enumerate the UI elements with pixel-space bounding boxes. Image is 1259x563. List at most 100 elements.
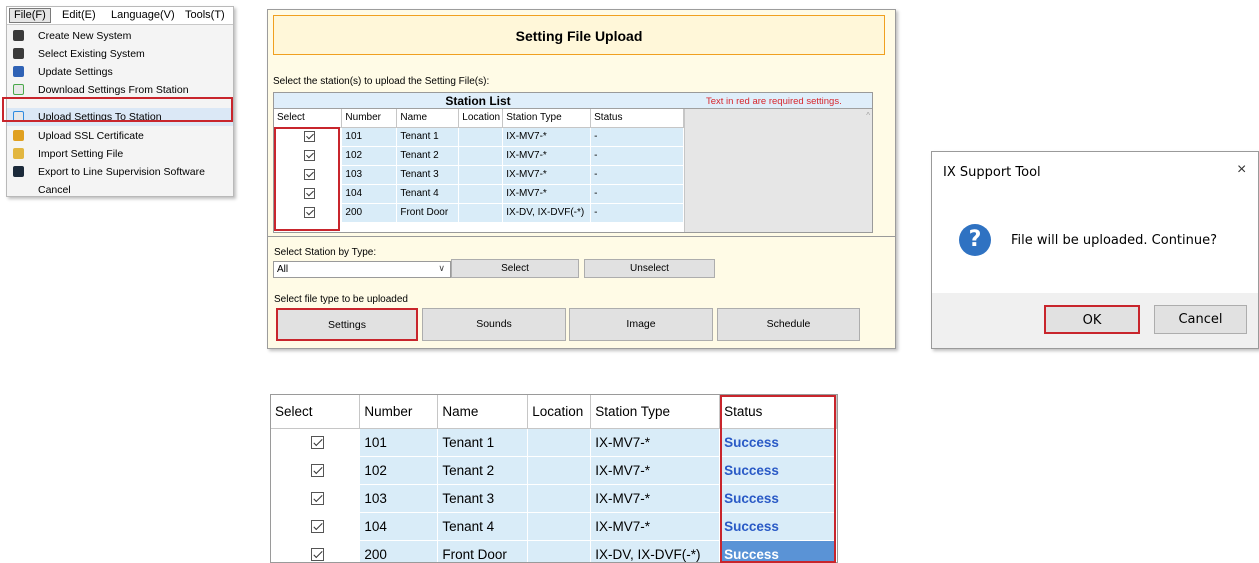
chevron-down-icon: ∨	[438, 263, 445, 273]
station-type-dropdown[interactable]: All ∨	[273, 261, 451, 278]
floppy-disk-icon	[13, 66, 24, 77]
menu-item-cancel[interactable]: Cancel	[7, 181, 233, 199]
name-cell: Tenant 2	[396, 146, 460, 166]
column-header-number[interactable]: Number	[341, 109, 398, 128]
location-cell	[458, 203, 504, 223]
menu-item-import-setting-file[interactable]: Import Setting File	[7, 145, 233, 163]
select-checkbox[interactable]	[310, 464, 324, 478]
import-folder-icon	[13, 148, 24, 159]
station-type-cell: IX-MV7-*	[590, 512, 721, 541]
question-icon: ?	[959, 224, 991, 256]
number-cell: 200	[359, 540, 439, 562]
select-cell	[271, 484, 361, 513]
scroll-up-icon[interactable]: ^	[866, 111, 870, 120]
name-cell: Tenant 2	[437, 456, 529, 485]
station-list-scroll-area[interactable]: ^	[684, 109, 872, 232]
cancel-button[interactable]: Cancel	[1154, 305, 1247, 334]
name-cell: Tenant 4	[437, 512, 529, 541]
column-header-number[interactable]: Number	[359, 395, 439, 429]
sounds-button[interactable]: Sounds	[422, 308, 566, 341]
location-cell	[527, 540, 592, 562]
column-header-location[interactable]: Location	[527, 395, 592, 429]
number-cell: 103	[359, 484, 439, 513]
menu-edit[interactable]: Edit(E)	[62, 9, 96, 21]
lock-icon	[13, 130, 24, 141]
menu-item-label: Create New System	[38, 30, 132, 42]
station-type-cell: IX-MV7-*	[590, 428, 721, 457]
column-header-station-type[interactable]: Station Type	[502, 109, 592, 128]
station-type-cell: IX-DV, IX-DVF(-*)	[502, 203, 592, 223]
location-cell	[458, 165, 504, 185]
station-type-dropdown-value: All	[277, 264, 289, 275]
export-icon	[13, 166, 24, 177]
schedule-button[interactable]: Schedule	[717, 308, 860, 341]
number-cell: 101	[359, 428, 439, 457]
menu-item-select-existing-system[interactable]: Select Existing System	[7, 45, 233, 63]
column-header-status[interactable]: Status	[590, 109, 684, 128]
dialog-title: IX Support Tool	[943, 165, 1041, 180]
select-by-type-label: Select Station by Type:	[274, 247, 377, 258]
station-type-cell: IX-DV, IX-DVF(-*)	[590, 540, 721, 562]
unselect-button[interactable]: Unselect	[584, 259, 715, 278]
dialog-message: File will be uploaded. Continue?	[1011, 233, 1218, 248]
divider	[268, 236, 895, 237]
number-cell: 104	[359, 512, 439, 541]
setting-file-upload-window: Setting File Upload Select the station(s…	[267, 9, 896, 349]
menu-file[interactable]: File(F)	[9, 8, 51, 23]
select-stations-label: Select the station(s) to upload the Sett…	[273, 76, 490, 87]
location-cell	[527, 512, 592, 541]
settings-button[interactable]: Settings	[276, 308, 418, 341]
station-type-cell: IX-MV7-*	[502, 146, 592, 166]
select-checkbox[interactable]	[310, 548, 324, 562]
select-column-highlight	[274, 127, 340, 231]
select-cell	[271, 428, 361, 457]
select-checkbox[interactable]	[310, 492, 324, 506]
menu-tools[interactable]: Tools(T)	[185, 9, 225, 21]
station-list-title: Station List	[445, 94, 511, 108]
upload-title-box: Setting File Upload	[273, 15, 885, 55]
number-cell: 103	[341, 165, 398, 185]
column-header-name[interactable]: Name	[396, 109, 460, 128]
location-cell	[458, 127, 504, 147]
menu-item-export-line-supervision[interactable]: Export to Line Supervision Software	[7, 163, 233, 181]
status-cell: -	[590, 203, 684, 223]
number-cell: 102	[341, 146, 398, 166]
menu-item-label: Select Existing System	[38, 48, 145, 60]
menu-item-label: Export to Line Supervision Software	[38, 166, 205, 178]
status-cell: -	[590, 184, 684, 204]
column-header-name[interactable]: Name	[437, 395, 529, 429]
name-cell: Tenant 3	[396, 165, 460, 185]
confirm-dialog: IX Support Tool × ? File will be uploade…	[931, 151, 1259, 349]
station-type-cell: IX-MV7-*	[590, 456, 721, 485]
name-cell: Tenant 3	[437, 484, 529, 513]
status-column-highlight	[720, 395, 836, 563]
menu-item-upload-ssl-certificate[interactable]: Upload SSL Certificate	[7, 127, 233, 145]
image-button[interactable]: Image	[569, 308, 713, 341]
select-checkbox[interactable]	[310, 436, 324, 450]
menu-language[interactable]: Language(V)	[111, 9, 175, 21]
station-type-cell: IX-MV7-*	[502, 165, 592, 185]
close-icon[interactable]: ×	[1237, 161, 1246, 179]
station-type-cell: IX-MV7-*	[590, 484, 721, 513]
station-list: Station List Text in red are required se…	[273, 92, 873, 233]
menu-item-create-new-system[interactable]: Create New System	[7, 27, 233, 45]
select-checkbox[interactable]	[310, 520, 324, 534]
menu-item-label: Upload SSL Certificate	[38, 130, 144, 142]
select-button[interactable]: Select	[451, 259, 579, 278]
column-header-location[interactable]: Location	[458, 109, 504, 128]
column-header-select[interactable]: Select	[274, 109, 343, 128]
menu-item-update-settings[interactable]: Update Settings	[7, 63, 233, 81]
status-cell: -	[590, 127, 684, 147]
table-header-row: Select Number Name Location Station Type…	[274, 109, 684, 128]
status-cell: -	[590, 146, 684, 166]
required-settings-note: Text in red are required settings.	[706, 96, 842, 107]
select-cell	[271, 456, 361, 485]
column-header-station-type[interactable]: Station Type	[590, 395, 721, 429]
location-cell	[527, 456, 592, 485]
column-header-select[interactable]: Select	[271, 395, 361, 429]
menu-item-label: Update Settings	[38, 66, 113, 78]
ok-button[interactable]: OK	[1044, 305, 1140, 334]
menu-item-label: Import Setting File	[38, 148, 124, 160]
location-cell	[458, 184, 504, 204]
download-file-icon	[13, 84, 24, 95]
